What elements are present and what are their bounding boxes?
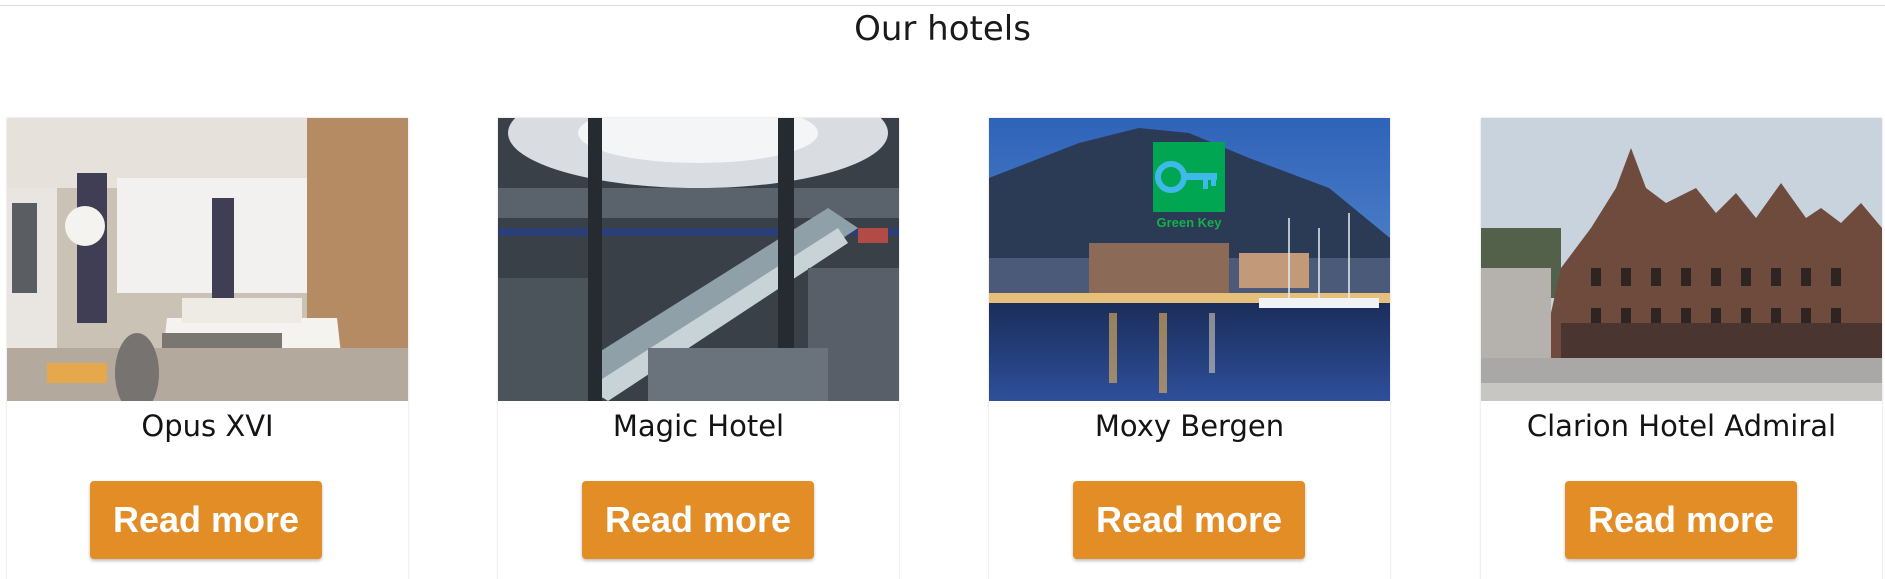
read-more-button[interactable]: Read more — [1565, 481, 1797, 559]
hotels-page: Our hotels Opus XVI Read more Magic Hote… — [0, 0, 1885, 579]
hotel-image-clarion-hotel-admiral[interactable] — [1481, 118, 1882, 401]
hotel-card-opus-xvi: Opus XVI Read more — [7, 118, 408, 579]
hotel-image-opus-xvi[interactable] — [7, 118, 408, 401]
hotel-name: Opus XVI — [141, 409, 274, 443]
hotel-card-magic-hotel: Magic Hotel Read more — [498, 118, 899, 579]
hotel-image-magic-hotel[interactable] — [498, 118, 899, 401]
read-more-button[interactable]: Read more — [90, 481, 322, 559]
key-icon — [1155, 161, 1217, 193]
hotel-name: Magic Hotel — [612, 409, 785, 443]
read-more-button[interactable]: Read more — [1073, 481, 1305, 559]
hotel-image-moxy-bergen[interactable]: Green Key — [989, 118, 1390, 401]
hotel-name: Clarion Hotel Admiral — [1526, 409, 1837, 443]
read-more-button[interactable]: Read more — [582, 481, 814, 559]
hotel-card-moxy-bergen: Green Key Moxy Bergen Read more — [989, 118, 1390, 579]
green-key-label: Green Key — [1156, 215, 1222, 230]
section-title: Our hotels — [854, 9, 1031, 49]
green-key-badge — [1153, 142, 1225, 212]
hotel-card-clarion-hotel-admiral: Clarion Hotel Admiral Read more — [1481, 118, 1882, 579]
hotel-name: Moxy Bergen — [1094, 409, 1285, 443]
